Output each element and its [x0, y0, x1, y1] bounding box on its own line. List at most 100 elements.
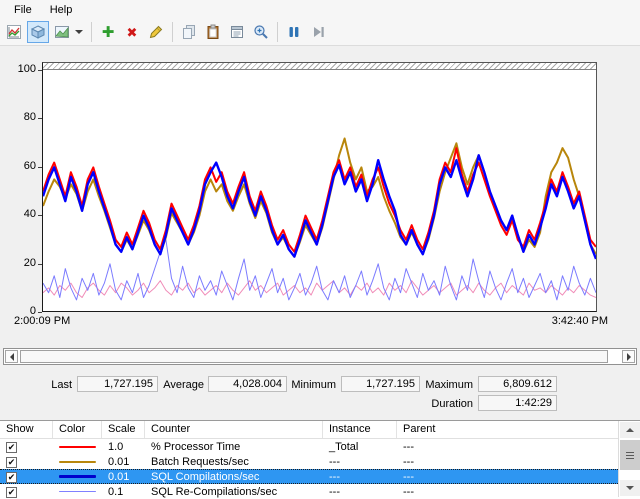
counter-cell: Batch Requests/sec [145, 456, 323, 468]
parent-cell: --- [397, 456, 618, 468]
table-row[interactable]: ✔ 1.0% Processor Time_Total--- [0, 439, 640, 454]
duration-label: Duration [425, 398, 473, 412]
table-scrollbar-thumb[interactable] [620, 440, 640, 470]
paste-counter-list-button[interactable] [202, 21, 224, 43]
y-axis-label: 20 [6, 257, 36, 271]
parent-cell: --- [397, 471, 618, 483]
show-checkbox[interactable]: ✔ [6, 442, 17, 453]
scale-cell: 0.01 [102, 471, 145, 483]
change-graph-type-button[interactable] [51, 21, 73, 43]
scroll-down-button[interactable] [620, 480, 640, 496]
color-swatch [59, 461, 96, 463]
menu-help[interactable]: Help [42, 2, 81, 18]
average-label: Average [162, 379, 204, 393]
toolbar-separator [172, 22, 173, 42]
chart-line-3 [43, 240, 596, 300]
counter-table-header: Show Color Scale Counter Instance Parent [0, 421, 640, 439]
show-checkbox[interactable]: ✔ [6, 472, 17, 483]
zoom-magnifier-icon [253, 24, 269, 40]
y-axis-label: 100 [6, 63, 36, 77]
left-arrow-icon [10, 353, 14, 361]
thumb-grip-icon [626, 452, 634, 459]
scroll-left-button[interactable] [5, 350, 18, 363]
counter-cell: SQL Compilations/sec [145, 471, 323, 483]
table-scrollbar [618, 421, 640, 497]
maximum-label: Maximum [425, 379, 473, 393]
column-header-parent[interactable]: Parent [397, 421, 618, 438]
column-header-instance[interactable]: Instance [323, 421, 397, 438]
y-axis-tick [38, 312, 42, 313]
copy-properties-button[interactable] [178, 21, 200, 43]
scroll-right-button[interactable] [622, 350, 635, 363]
minimum-value: 1,727.195 [341, 376, 420, 392]
chart-plot-area [42, 62, 597, 312]
time-range-thumb[interactable] [20, 350, 608, 363]
menu-file[interactable]: File [6, 2, 40, 18]
menu-bar: File Help [0, 0, 640, 19]
instance-cell: _Total [323, 441, 397, 453]
highlight-pen-icon [148, 24, 164, 40]
time-range-scrollbar [3, 348, 637, 365]
column-header-counter[interactable]: Counter [145, 421, 323, 438]
average-value: 4,028.004 [208, 376, 287, 392]
column-header-scale[interactable]: Scale [102, 421, 145, 438]
table-row[interactable]: ✔0.1SQL Re-Compilations/sec------ [0, 484, 640, 499]
scale-cell: 0.01 [102, 456, 145, 468]
step-play-icon [310, 24, 326, 40]
counter-table: Show Color Scale Counter Instance Parent… [0, 420, 640, 496]
maximum-value: 6,809.612 [478, 376, 557, 392]
toolbar: ✚ ✖ [0, 19, 640, 46]
chart-top-hatch [43, 63, 596, 70]
color-swatch [59, 446, 96, 448]
log-data-cube-icon [30, 24, 46, 40]
y-axis-label: 60 [6, 160, 36, 174]
instance-cell: --- [323, 456, 397, 468]
scale-cell: 1.0 [102, 441, 145, 453]
instance-cell: --- [323, 471, 397, 483]
add-icon: ✚ [102, 25, 115, 40]
right-arrow-icon [627, 353, 631, 361]
copy-icon [181, 24, 197, 40]
toolbar-separator [91, 22, 92, 42]
counter-table-body: ✔1.0% Processor Time_Total---✔0.01Batch … [0, 439, 640, 499]
properties-button[interactable] [226, 21, 248, 43]
highlight-button[interactable] [145, 21, 167, 43]
view-current-activity-button[interactable] [3, 21, 25, 43]
chart-type-icon [54, 24, 70, 40]
time-axis-start-label: 2:00:09 PM [14, 315, 70, 327]
performance-monitor-window: File Help ✚ ✖ [0, 0, 640, 496]
graph-type-dropdown-arrow[interactable] [75, 30, 83, 34]
table-row[interactable]: ✔0.01Batch Requests/sec------ [0, 454, 640, 469]
properties-window-icon [229, 24, 245, 40]
duration-value: 1:42:29 [478, 395, 557, 411]
freeze-display-button[interactable] [283, 21, 305, 43]
line-chart-icon [6, 24, 22, 40]
down-arrow-icon [626, 486, 634, 490]
update-data-button[interactable] [307, 21, 329, 43]
scroll-up-button[interactable] [620, 422, 640, 438]
pause-icon [286, 24, 302, 40]
zoom-button[interactable] [250, 21, 272, 43]
column-header-show[interactable]: Show [0, 421, 53, 438]
last-value: 1,727.195 [77, 376, 158, 392]
color-swatch [59, 475, 96, 478]
y-axis-label: 40 [6, 208, 36, 222]
chart-lines [43, 71, 596, 312]
minimum-label: Minimum [291, 379, 336, 393]
add-counter-button[interactable]: ✚ [97, 21, 119, 43]
table-row[interactable]: ✔0.01SQL Compilations/sec------ [0, 469, 640, 484]
delete-counter-button[interactable]: ✖ [121, 21, 143, 43]
delete-icon: ✖ [127, 26, 138, 39]
paste-clipboard-icon [205, 24, 221, 40]
up-arrow-icon [626, 428, 634, 432]
y-axis-label: 80 [6, 111, 36, 125]
show-checkbox[interactable]: ✔ [6, 457, 17, 468]
time-axis-end-label: 3:42:40 PM [552, 315, 608, 327]
parent-cell: --- [397, 441, 618, 453]
counter-cell: % Processor Time [145, 441, 323, 453]
color-swatch [59, 491, 96, 492]
view-log-data-button[interactable] [27, 21, 49, 43]
column-header-color[interactable]: Color [53, 421, 102, 438]
last-label: Last [40, 379, 72, 393]
toolbar-separator [277, 22, 278, 42]
